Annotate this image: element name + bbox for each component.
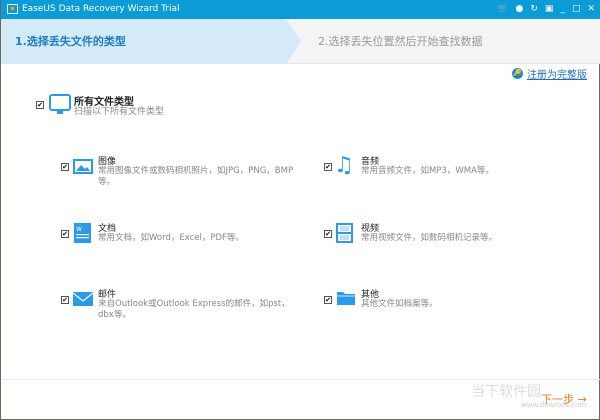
footer-divider	[2, 379, 600, 380]
document-icon: W	[74, 223, 91, 243]
update-icon[interactable]: ↻	[530, 0, 538, 19]
video-icon	[336, 223, 353, 243]
email-desc: 来自Outlook或Outlook Express的邮件，如pst，dbx等。	[98, 299, 290, 320]
next-button[interactable]: 下一步 →	[541, 391, 587, 407]
step-bar: 1.选择丢失文件的类型 2.选择丢失位置然后开始查找数据	[1, 19, 600, 64]
svg-text:W: W	[76, 226, 82, 233]
audio-desc: 常用音频文件，如MP3，WMA等。	[361, 166, 494, 176]
music-icon: ♫	[334, 153, 354, 178]
other-checkbox[interactable]: ✔	[324, 296, 332, 304]
app-logo-icon	[7, 4, 18, 14]
all-types-subtitle: 扫描以下所有文件类型	[74, 107, 165, 117]
register-link[interactable]: 🔑 注册为完整版	[512, 66, 587, 81]
documents-checkbox[interactable]: ✔	[61, 230, 69, 238]
minimize-icon[interactable]: _	[560, 0, 565, 19]
settings-icon[interactable]: ▣	[545, 0, 554, 19]
documents-desc: 常用文档，如Word，Excel，PDF等。	[98, 233, 244, 243]
images-desc: 常用图像文件或数码相机照片，如JPG，PNG，BMP等。	[98, 166, 294, 187]
chat-icon[interactable]: ●	[516, 0, 524, 19]
step-1: 1.选择丢失文件的类型	[1, 19, 301, 64]
register-label: 注册为完整版	[527, 70, 587, 81]
video-checkbox[interactable]: ✔	[324, 230, 332, 238]
image-icon	[73, 159, 93, 174]
maximize-icon[interactable]: □	[572, 0, 581, 19]
video-desc: 常用视频文件，如数码相机记录等。	[361, 233, 498, 243]
email-checkbox[interactable]: ✔	[61, 296, 69, 304]
images-checkbox[interactable]: ✔	[61, 163, 69, 171]
audio-checkbox[interactable]: ✔	[324, 163, 332, 171]
title-bar: EaseUS Data Recovery Wizard Trial 🛒 ● ↻ …	[1, 0, 600, 19]
window-title: EaseUS Data Recovery Wizard Trial	[22, 4, 180, 14]
folder-icon	[337, 292, 355, 305]
step-2-label: 2.选择丢失位置然后开始查找数据	[318, 35, 483, 48]
cart-icon[interactable]: 🛒	[497, 0, 508, 19]
key-icon: 🔑	[512, 68, 523, 79]
step-1-label: 1.选择丢失文件的类型	[15, 35, 126, 48]
app-window: EaseUS Data Recovery Wizard Trial 🛒 ● ↻ …	[0, 0, 600, 420]
monitor-icon	[49, 94, 71, 114]
close-icon[interactable]: ✕	[587, 0, 595, 19]
other-desc: 其他文件如档案等。	[361, 299, 438, 309]
all-types-checkbox[interactable]: ✔	[36, 101, 44, 109]
mail-icon	[73, 292, 93, 306]
watermark: 当下软件园	[471, 384, 541, 400]
